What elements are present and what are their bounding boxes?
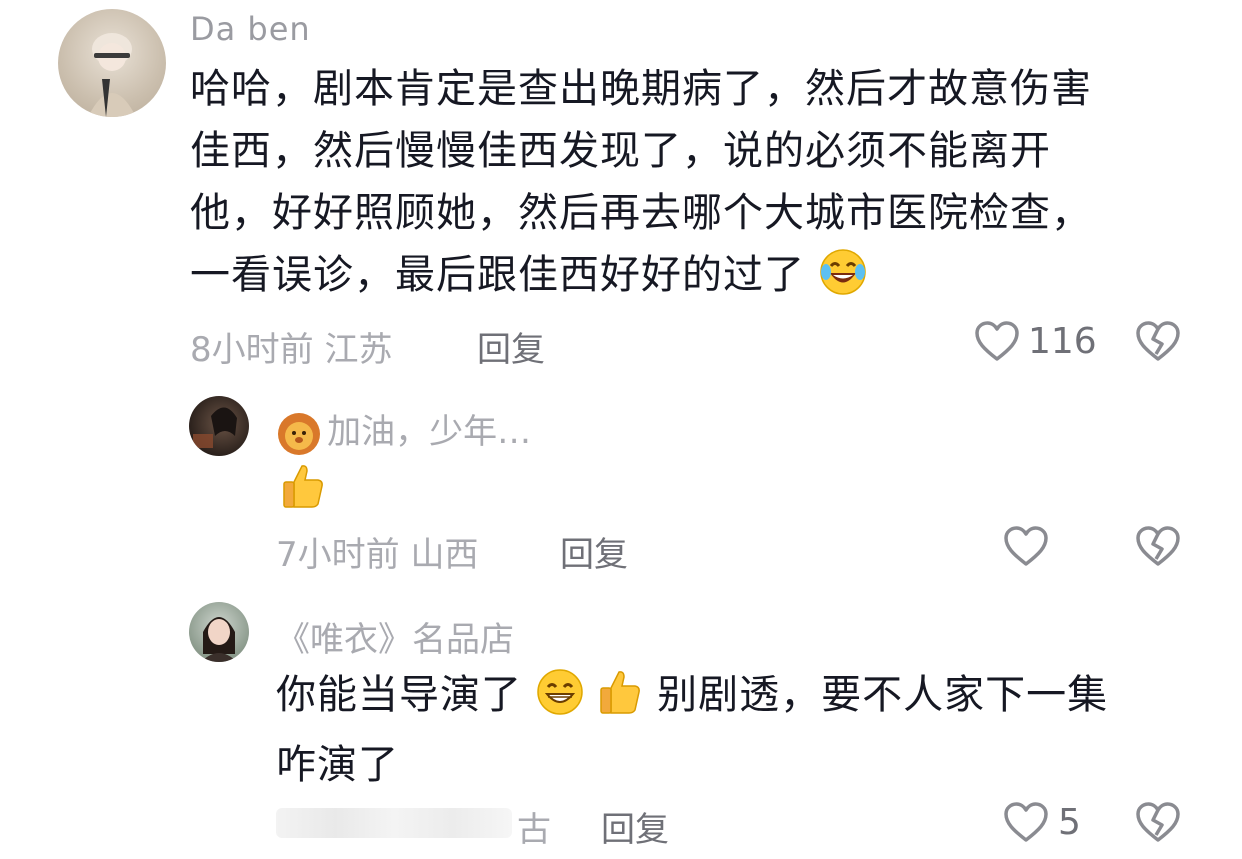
- lion-emoji: [276, 411, 322, 461]
- comment-time-location: 8小时前 江苏: [190, 330, 393, 370]
- reply-button[interactable]: 回复: [560, 527, 628, 576]
- reply-text-line-1: 你能当导演了 别剧透，要不人家下一集: [276, 664, 1206, 734]
- comment-text-line: 哈哈，剧本肯定是查出晚期病了，然后才故意伤害: [190, 66, 1092, 112]
- reply-time-location: 7小时前 山西: [276, 535, 479, 575]
- reply-text-line: 咋演了: [276, 742, 399, 788]
- reply-text-part: 别剧透，要不人家下一集: [657, 672, 1109, 718]
- broken-heart-icon[interactable]: [1135, 320, 1181, 362]
- heart-icon[interactable]: [1003, 801, 1049, 843]
- avatar-da-ben[interactable]: [58, 9, 166, 117]
- thumbs-up-emoji: [597, 668, 643, 734]
- comment-text-line-4: 一看误诊，最后跟佳西好好的过了: [190, 244, 1210, 314]
- avatar-reply2[interactable]: [189, 602, 249, 662]
- reply-username: 加油，少年…: [327, 412, 532, 452]
- laughing-tears-emoji: [819, 248, 867, 314]
- like-count: 116: [1028, 321, 1097, 362]
- heart-icon[interactable]: [1003, 525, 1049, 567]
- reply-button[interactable]: 回复: [477, 322, 545, 371]
- reply-location-tail: 古: [517, 810, 551, 850]
- grin-emoji: [536, 668, 584, 734]
- reply-username[interactable]: 《唯衣》名品店: [276, 612, 514, 661]
- comment-text: 哈哈，剧本肯定是查出晚期病了，然后才故意伤害 佳西，然后慢慢佳西发现了，说的必须…: [190, 58, 1210, 314]
- reply-text: 你能当导演了 别剧透，要不人家下一集 咋演了: [276, 664, 1206, 796]
- comment-text-line: 佳西，然后慢慢佳西发现了，说的必须不能离开: [190, 128, 1051, 174]
- reply-username-row[interactable]: 加油，少年…: [276, 404, 532, 455]
- avatar-reply1[interactable]: [189, 396, 249, 456]
- broken-heart-icon[interactable]: [1135, 525, 1181, 567]
- broken-heart-icon[interactable]: [1135, 801, 1181, 843]
- comment-username[interactable]: Da ben: [190, 10, 311, 48]
- reply-button[interactable]: 回复: [601, 802, 669, 851]
- comment-text-line: 他，好好照顾她，然后再去哪个大城市医院检查，: [190, 190, 1092, 236]
- reply-text-part: 你能当导演了: [276, 672, 522, 718]
- like-count: 5: [1058, 802, 1081, 843]
- blurred-time-location: [276, 808, 512, 838]
- comment-text-line: 一看误诊，最后跟佳西好好的过了: [190, 252, 805, 298]
- heart-icon[interactable]: [974, 320, 1020, 362]
- thumbs-up-emoji: [280, 462, 326, 514]
